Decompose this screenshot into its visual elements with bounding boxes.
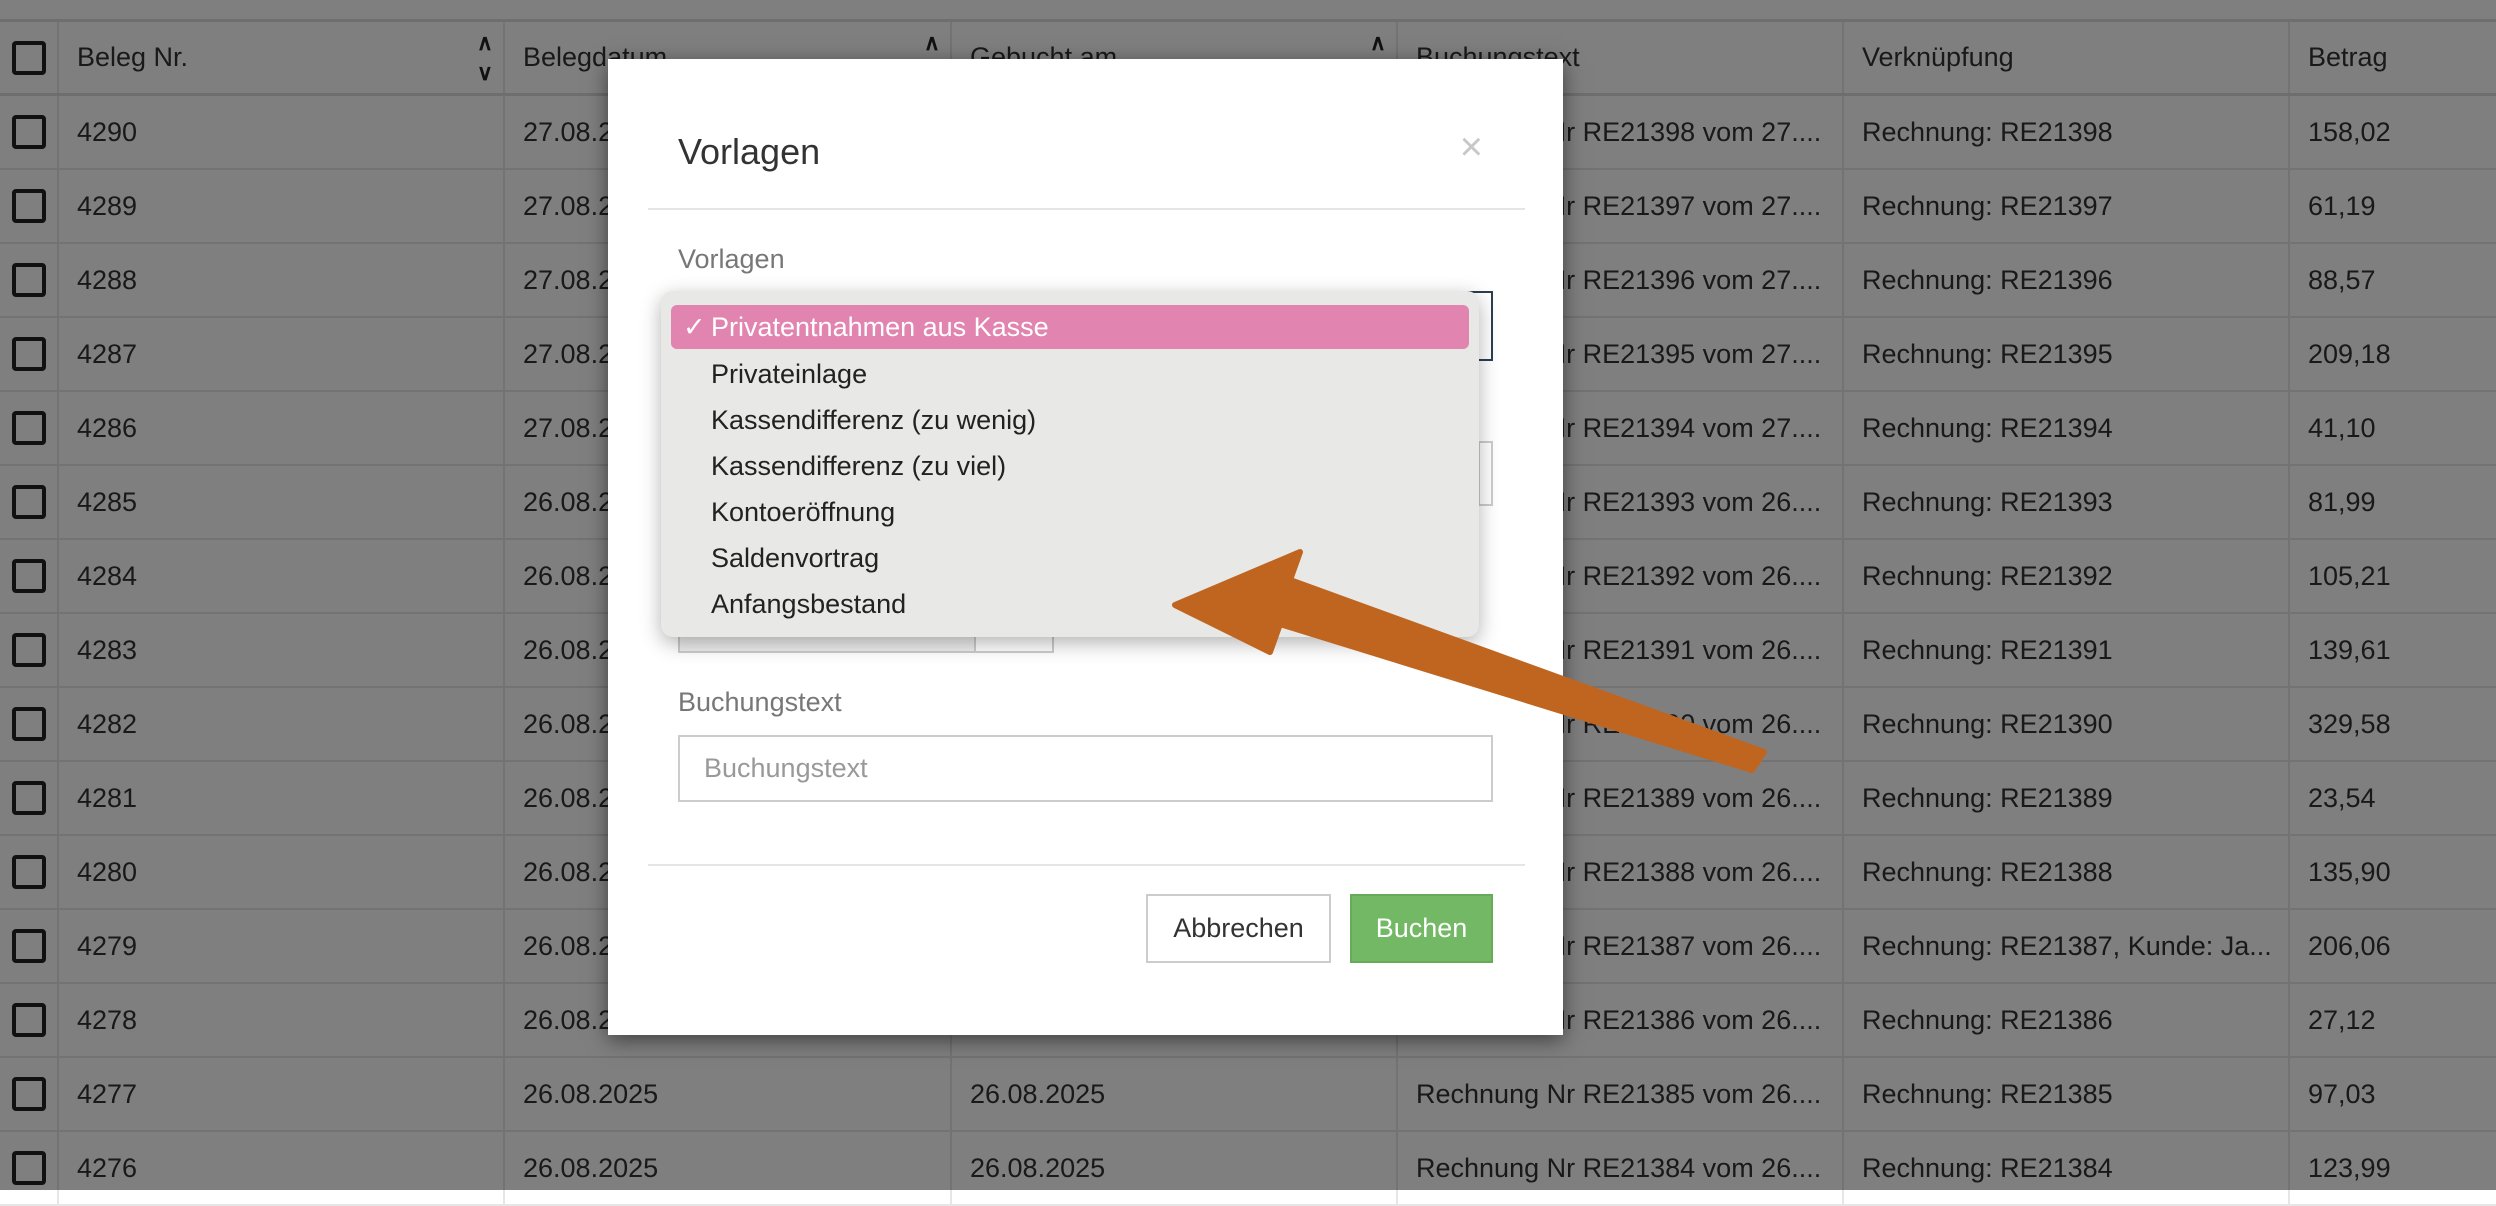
buchungstext-placeholder: Buchungstext	[704, 753, 868, 784]
footer-divider	[648, 864, 1525, 866]
option-label: Anfangsbestand	[711, 589, 906, 619]
vorlagen-dropdown-menu: ✓Privatentnahmen aus Kasse Privateinlage K…	[661, 291, 1479, 637]
dropdown-option[interactable]: Kontoeröffnung	[671, 489, 1469, 535]
close-icon[interactable]: ×	[1460, 125, 1483, 170]
option-label: Kontoeröffnung	[711, 497, 895, 527]
dropdown-option[interactable]: Kassendifferenz (zu wenig)	[671, 397, 1469, 443]
option-label: Privateinlage	[711, 359, 867, 389]
buchen-button[interactable]: Buchen	[1350, 894, 1493, 963]
header-divider	[648, 208, 1525, 210]
dropdown-option[interactable]: Anfangsbestand	[671, 581, 1469, 627]
vorlagen-modal: Vorlagen × Vorlagen Buchungstext Buchung…	[608, 59, 1563, 1035]
hidden-field[interactable]	[1478, 441, 1493, 506]
vorlagen-label: Vorlagen	[678, 244, 785, 275]
check-icon: ✓	[683, 305, 706, 349]
modal-title: Vorlagen	[678, 131, 820, 173]
dropdown-option[interactable]: ✓Privatentnahmen aus Kasse	[671, 305, 1469, 349]
dropdown-option[interactable]: Saldenvortrag	[671, 535, 1469, 581]
buchungstext-label: Buchungstext	[678, 687, 842, 718]
option-label: Saldenvortrag	[711, 543, 879, 573]
option-label: Kassendifferenz (zu wenig)	[711, 405, 1036, 435]
buchungstext-input[interactable]: Buchungstext	[678, 735, 1493, 802]
dropdown-option[interactable]: Kassendifferenz (zu viel)	[671, 443, 1469, 489]
option-label: Privatentnahmen aus Kasse	[711, 312, 1049, 342]
cancel-button[interactable]: Abbrechen	[1146, 894, 1331, 963]
dropdown-option[interactable]: Privateinlage	[671, 351, 1469, 397]
option-label: Kassendifferenz (zu viel)	[711, 451, 1006, 481]
